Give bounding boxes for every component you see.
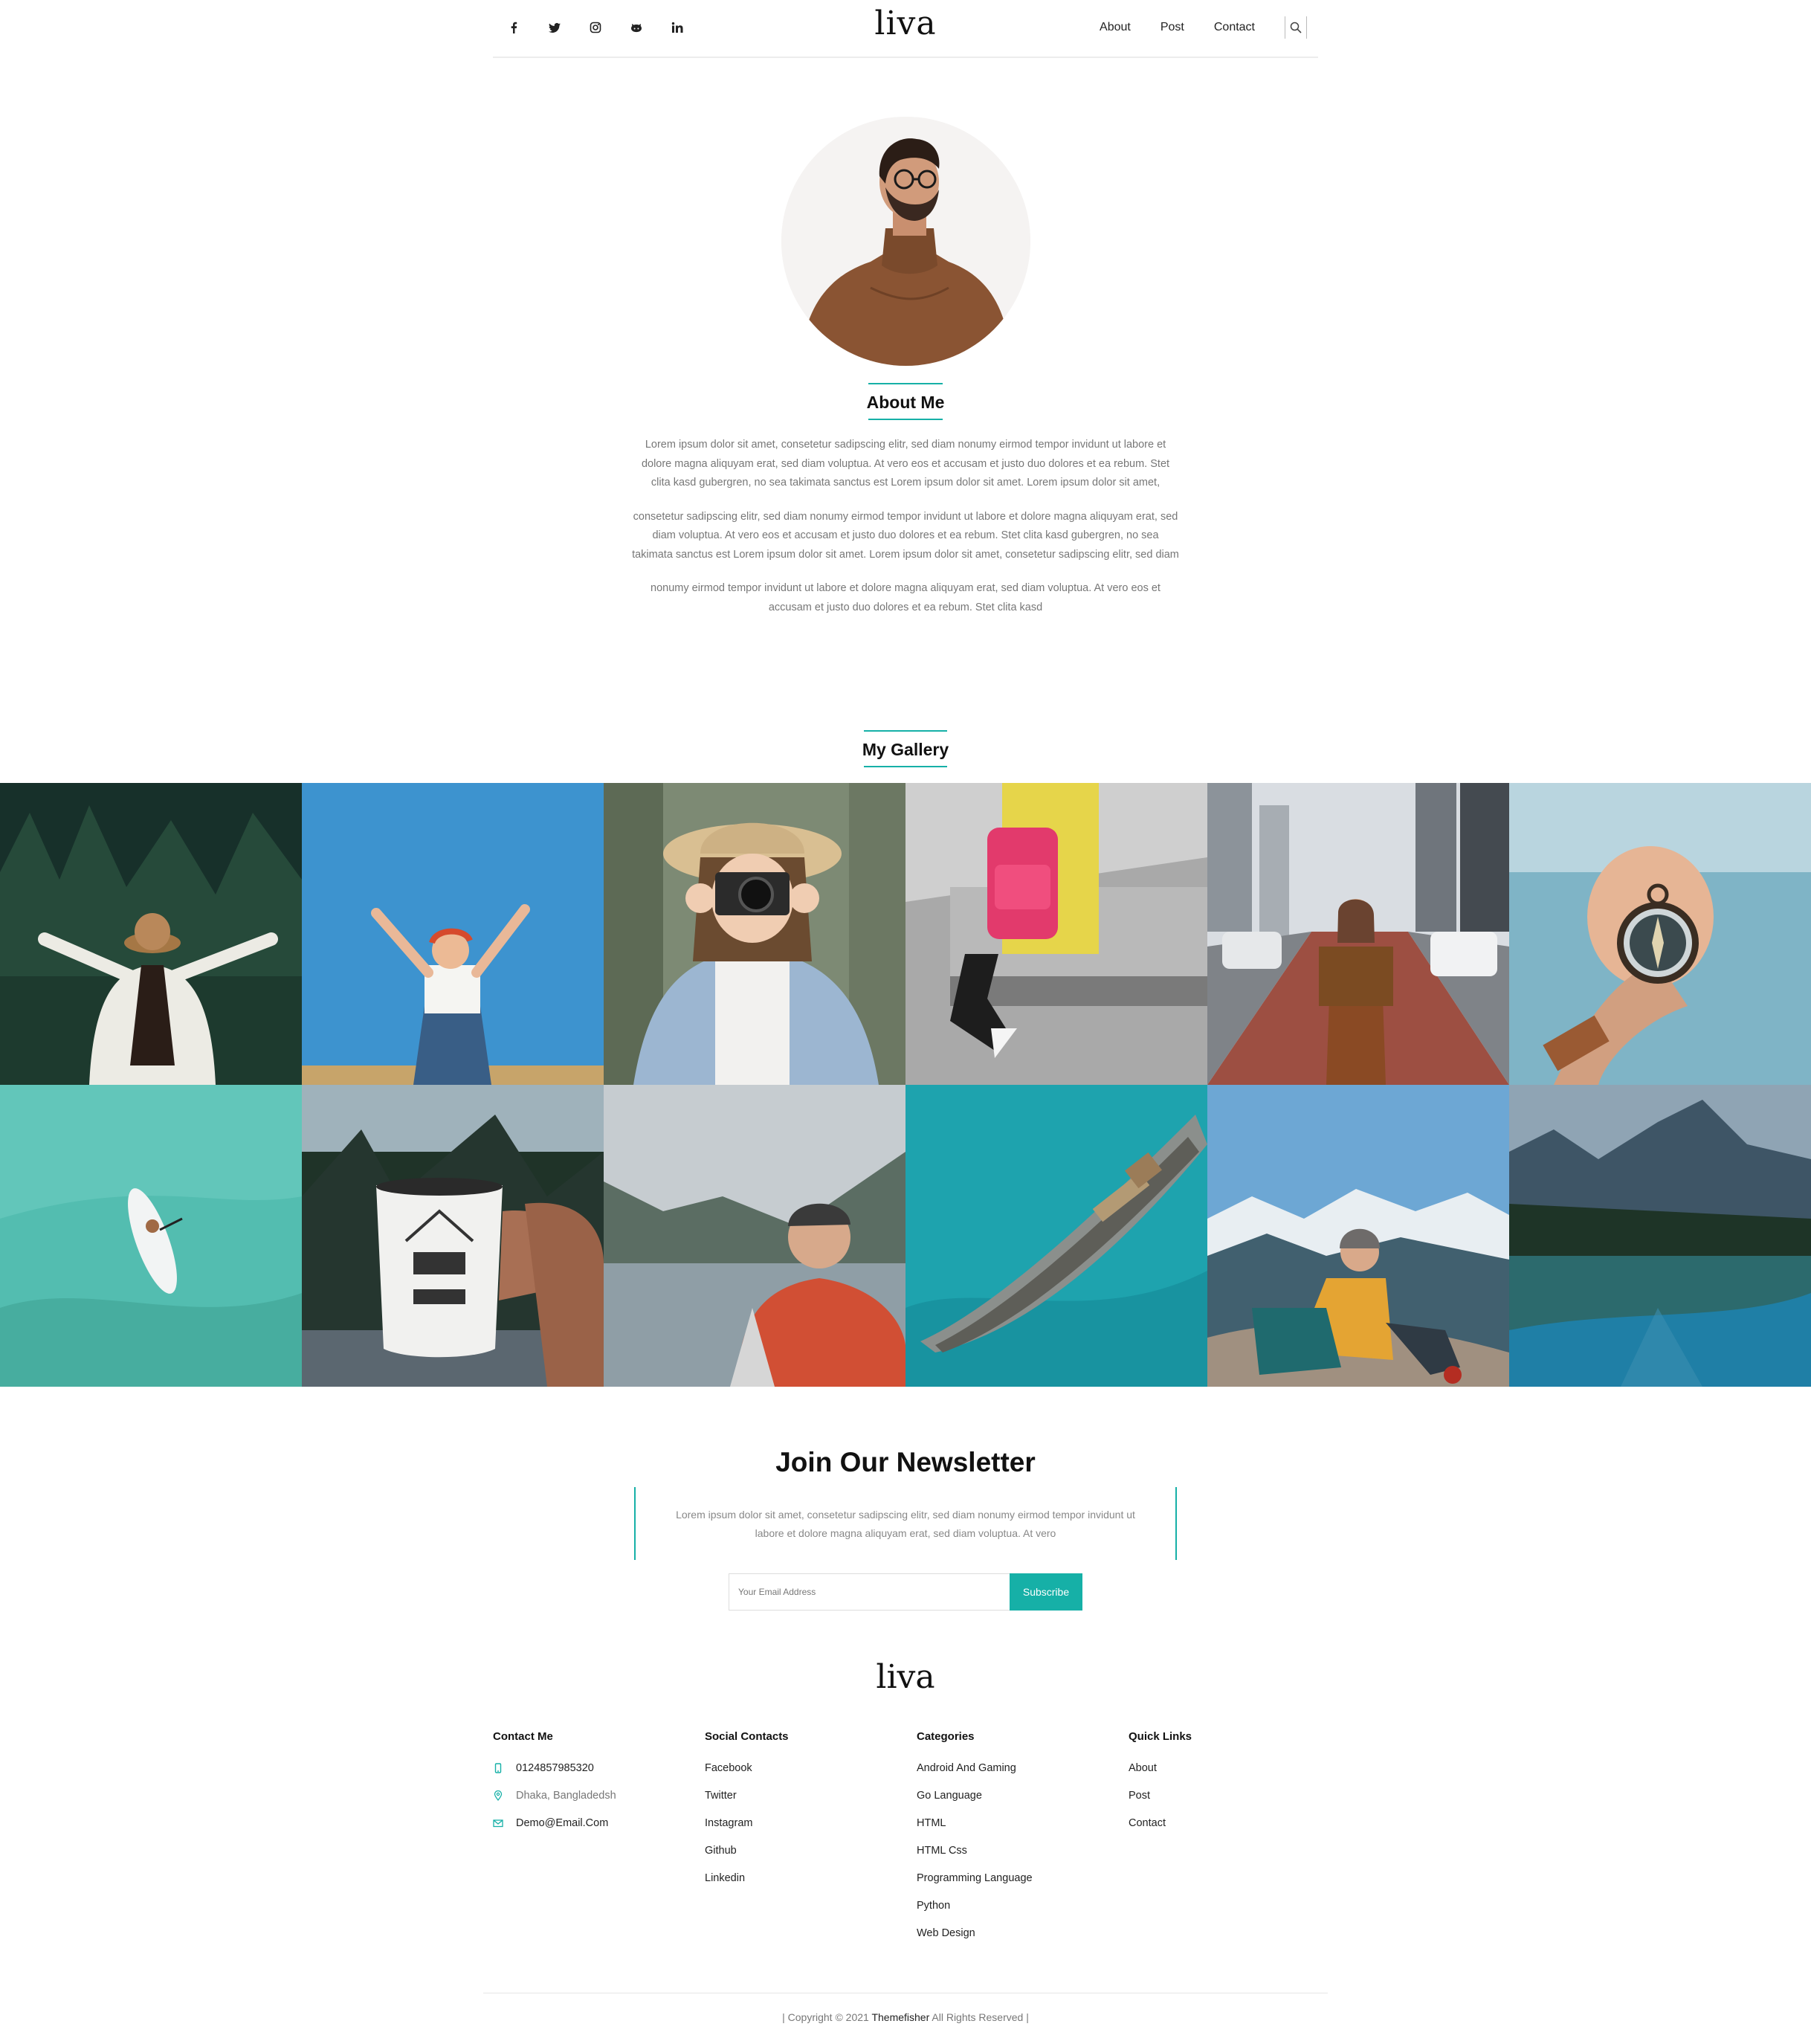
- copyright-brand-link[interactable]: Themefisher: [871, 2011, 929, 2023]
- nav-post[interactable]: Post: [1160, 16, 1184, 39]
- twitter-icon[interactable]: [549, 16, 590, 39]
- footer-categories: Categories Android And Gaming Go Languag…: [917, 1730, 1033, 1953]
- about-paragraph: nonumy eirmod tempor invidunt ut labore …: [651, 582, 1160, 613]
- about-title-text: About Me: [866, 393, 945, 412]
- profile-avatar: [781, 117, 1030, 366]
- about-title: About Me: [831, 383, 980, 420]
- gallery-photo-paddleboard[interactable]: [0, 1085, 302, 1387]
- main-nav: About Post Contact: [1100, 16, 1318, 39]
- quick-link-post[interactable]: Post: [1129, 1788, 1192, 1816]
- category-link[interactable]: Go Language: [917, 1788, 1033, 1816]
- contact-phone-text: 0124857985320: [516, 1762, 594, 1774]
- contact-email[interactable]: Demo@Email.Com: [493, 1816, 616, 1843]
- category-link[interactable]: Python: [917, 1898, 1033, 1926]
- category-link[interactable]: HTML Css: [917, 1843, 1033, 1871]
- site-logo[interactable]: liva: [865, 4, 946, 42]
- contact-address: Dhaka, Bangladedsh: [493, 1788, 616, 1816]
- gallery-photo-canoe[interactable]: [906, 1085, 1207, 1387]
- photo-gallery: [0, 783, 1811, 1387]
- title-bar-top: [868, 383, 943, 384]
- footer-heading: Contact Me: [493, 1730, 553, 1743]
- footer-link-linkedin[interactable]: Linkedin: [705, 1871, 789, 1898]
- mail-icon: [493, 1819, 503, 1828]
- copyright: | Copyright © 2021 Themefisher All Right…: [608, 2011, 1203, 2023]
- contact-phone: 0124857985320: [493, 1761, 616, 1788]
- quick-link-contact[interactable]: Contact: [1129, 1816, 1192, 1843]
- linkedin-icon[interactable]: [671, 16, 712, 39]
- category-link[interactable]: Web Design: [917, 1926, 1033, 1953]
- search-button[interactable]: [1285, 16, 1307, 39]
- gallery-photo-mug[interactable]: [302, 1085, 604, 1387]
- footer-heading: Categories: [917, 1730, 975, 1743]
- subscribe-button[interactable]: Subscribe: [1010, 1573, 1082, 1611]
- title-bar-bottom: [864, 766, 947, 767]
- footer-social: Social Contacts Facebook Twitter Instagr…: [705, 1730, 789, 1898]
- quick-link-about[interactable]: About: [1129, 1761, 1192, 1788]
- footer-logo[interactable]: liva: [865, 1658, 946, 1696]
- footer-heading: Quick Links: [1129, 1730, 1192, 1743]
- gallery-photo-backpack[interactable]: [906, 783, 1207, 1085]
- site-header: liva About Post Contact: [493, 0, 1318, 58]
- about-text: Lorem ipsum dolor sit amet, consetetur s…: [632, 436, 1179, 632]
- about-paragraph: consetetur sadipscing elitr, sed diam no…: [632, 510, 1179, 561]
- about-paragraph: Lorem ipsum dolor sit amet, consetetur s…: [641, 439, 1170, 489]
- contact-address-text: Dhaka, Bangladedsh: [516, 1790, 616, 1802]
- newsletter-form: Subscribe: [729, 1573, 1082, 1611]
- gallery-photo-compass[interactable]: [1509, 783, 1811, 1085]
- copyright-prefix: | Copyright © 2021: [782, 2011, 872, 2023]
- instagram-icon[interactable]: [590, 16, 630, 39]
- email-input[interactable]: [729, 1573, 1010, 1611]
- nav-contact[interactable]: Contact: [1214, 16, 1255, 39]
- gallery-title-text: My Gallery: [862, 740, 949, 759]
- footer-link-github[interactable]: Github: [705, 1843, 789, 1871]
- gallery-photo-mountains[interactable]: [1207, 1085, 1509, 1387]
- category-link[interactable]: Programming Language: [917, 1871, 1033, 1898]
- newsletter-text: Lorem ipsum dolor sit amet, consetetur s…: [676, 1509, 1135, 1539]
- gallery-title: My Gallery: [831, 730, 980, 767]
- facebook-icon[interactable]: [508, 16, 549, 39]
- github-icon[interactable]: [630, 16, 671, 39]
- nav-about[interactable]: About: [1100, 16, 1131, 39]
- copyright-suffix: All Rights Reserved |: [929, 2011, 1029, 2023]
- gallery-photo-city[interactable]: [1207, 783, 1509, 1085]
- title-bar-top: [864, 730, 947, 732]
- social-links: [508, 16, 712, 39]
- search-icon: [1290, 22, 1302, 33]
- category-link[interactable]: Android And Gaming: [917, 1761, 1033, 1788]
- footer-heading: Social Contacts: [705, 1730, 789, 1743]
- gallery-photo-camera[interactable]: [604, 783, 906, 1085]
- gallery-photo-lake[interactable]: [1509, 1085, 1811, 1387]
- phone-icon: [494, 1763, 502, 1773]
- map-pin-icon: [494, 1790, 503, 1801]
- contact-email-text[interactable]: Demo@Email.Com: [516, 1816, 608, 1831]
- footer-quick-links: Quick Links About Post Contact: [1129, 1730, 1192, 1843]
- category-link[interactable]: HTML: [917, 1816, 1033, 1843]
- footer-link-instagram[interactable]: Instagram: [705, 1816, 789, 1843]
- footer-link-twitter[interactable]: Twitter: [705, 1788, 789, 1816]
- gallery-photo-hiker[interactable]: [604, 1085, 906, 1387]
- footer-link-facebook[interactable]: Facebook: [705, 1761, 789, 1788]
- gallery-photo-forest[interactable]: [0, 783, 302, 1085]
- footer-contact: Contact Me 0124857985320 Dhaka, Banglade…: [493, 1730, 616, 1843]
- gallery-photo-jump[interactable]: [302, 783, 604, 1085]
- title-bar-bottom: [868, 419, 943, 420]
- newsletter-title: Join Our Newsletter: [775, 1447, 1036, 1477]
